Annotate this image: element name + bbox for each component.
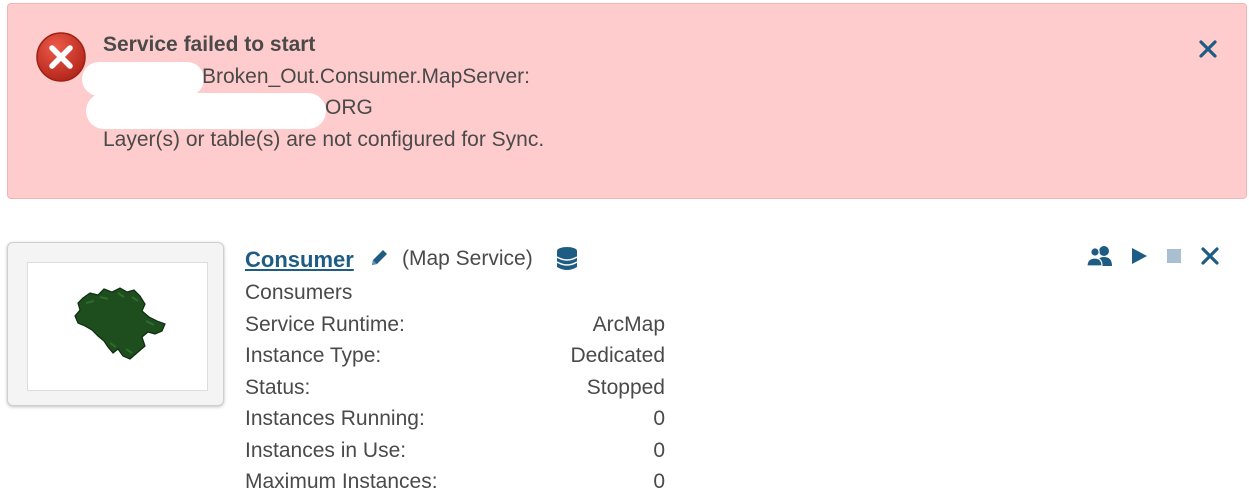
database-icon bbox=[556, 247, 578, 270]
property-row: Instance Type: Dedicated bbox=[245, 344, 665, 372]
alert-title: Service failed to start bbox=[103, 33, 316, 56]
redacted-text bbox=[86, 93, 326, 129]
alert-message-line-3: Layer(s) or table(s) are not configured … bbox=[103, 128, 545, 151]
property-label: Service Runtime: bbox=[245, 313, 405, 336]
error-alert: Service failed to start Broken_Out.Consu… bbox=[7, 3, 1247, 199]
property-row: Instances Running: 0 bbox=[245, 407, 665, 435]
close-icon[interactable] bbox=[1197, 38, 1219, 60]
property-row: Maximum Instances: 0 bbox=[245, 470, 665, 498]
service-thumbnail[interactable] bbox=[7, 242, 224, 406]
service-thumbnail-image bbox=[27, 262, 208, 391]
redacted-text bbox=[82, 62, 204, 96]
alert-message-line-1: Broken_Out.Consumer.MapServer: bbox=[202, 65, 530, 88]
property-value: 0 bbox=[653, 439, 665, 462]
property-row: Service Runtime: ArcMap bbox=[245, 313, 665, 341]
service-name-link[interactable]: Consumer bbox=[245, 247, 354, 273]
service-type: (Map Service) bbox=[402, 247, 533, 270]
property-label: Instance Type: bbox=[245, 344, 382, 367]
property-value: ArcMap bbox=[592, 313, 665, 336]
pencil-icon[interactable] bbox=[368, 247, 390, 269]
close-icon[interactable] bbox=[1198, 244, 1222, 268]
property-label: Instances in Use: bbox=[245, 439, 407, 462]
property-label: Maximum Instances: bbox=[245, 470, 438, 493]
stop-icon[interactable] bbox=[1162, 244, 1186, 268]
property-label: Instances Running: bbox=[245, 407, 425, 430]
property-value: 0 bbox=[653, 470, 665, 493]
map-extent-icon bbox=[74, 287, 166, 360]
service-folder: Consumers bbox=[245, 281, 353, 304]
property-row: Instances in Use: 0 bbox=[245, 439, 665, 467]
play-icon[interactable] bbox=[1127, 244, 1151, 268]
property-row: Status: Stopped bbox=[245, 376, 665, 404]
error-x-circle-icon bbox=[36, 32, 86, 82]
property-value: 0 bbox=[653, 407, 665, 430]
property-value: Stopped bbox=[586, 376, 665, 399]
property-label: Status: bbox=[245, 376, 311, 399]
property-value: Dedicated bbox=[570, 344, 665, 367]
alert-message-line-2: ORG bbox=[325, 96, 373, 119]
users-icon[interactable] bbox=[1086, 244, 1114, 268]
